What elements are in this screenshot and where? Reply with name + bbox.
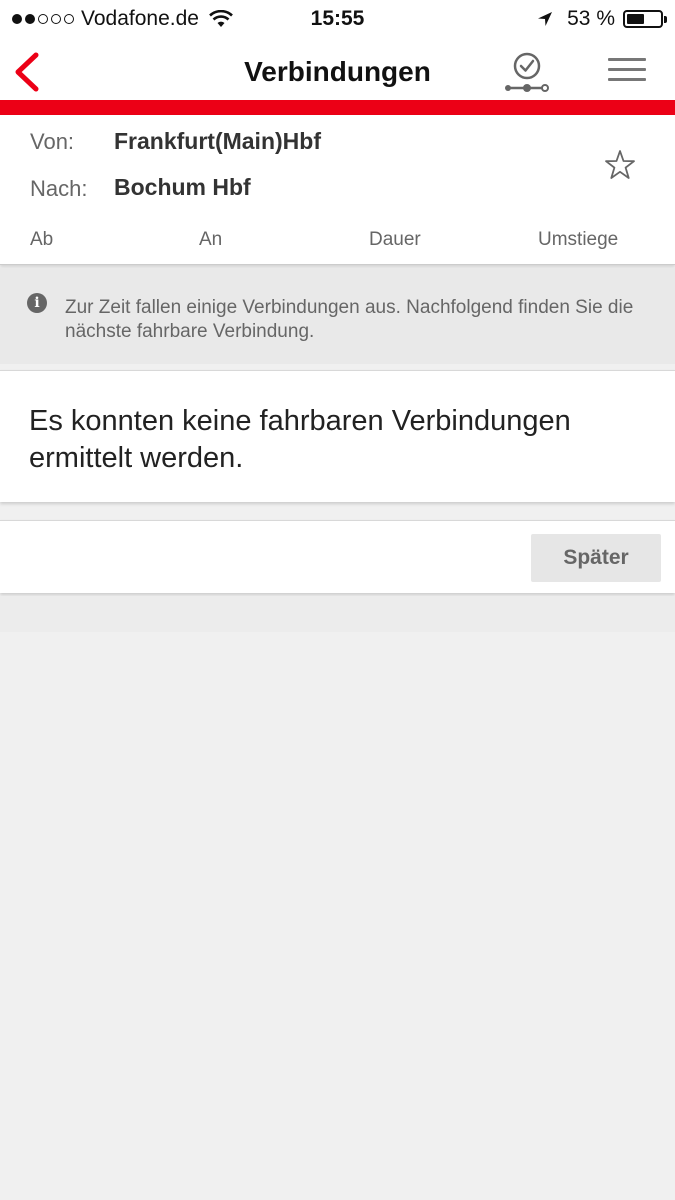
later-button[interactable]: Später (531, 534, 661, 582)
location-arrow-icon (538, 12, 553, 26)
nav-bar: Verbindungen (0, 38, 675, 100)
battery-fill (627, 14, 644, 24)
battery-tip (664, 16, 667, 23)
back-chevron-icon[interactable] (10, 52, 46, 92)
status-right: 53 % (537, 7, 667, 31)
info-notice: i Zur Zeit fallen einige Verbindungen au… (0, 268, 675, 364)
from-label: Von: (30, 129, 75, 154)
route-summary[interactable]: Von: Frankfurt(Main)Hbf Nach: Bochum Hbf… (0, 115, 675, 265)
from-station: Frankfurt(Main)Hbf (114, 128, 321, 154)
info-icon: i (27, 293, 47, 313)
column-header-departure[interactable]: Ab (30, 229, 53, 251)
battery-percent: 53 % (567, 7, 615, 30)
menu-line (608, 78, 646, 81)
no-results-message: Es konnten keine fahrbaren Verbindungen … (29, 405, 571, 474)
no-results-card: Es konnten keine fahrbaren Verbindungen … (0, 370, 675, 502)
column-header-arrival[interactable]: An (199, 229, 222, 251)
info-text: Zur Zeit fallen einige Verbindungen aus.… (65, 297, 634, 342)
menu-line (608, 58, 646, 61)
star-outline-icon[interactable] (603, 148, 637, 182)
hamburger-menu-icon[interactable] (608, 58, 646, 86)
pagination-card: Später (0, 520, 675, 593)
status-bar: Vodafone.de 15:55 53 % (0, 0, 675, 38)
column-header-duration[interactable]: Dauer (369, 229, 421, 251)
battery-icon (623, 10, 667, 28)
column-header-transfers[interactable]: Umstiege (538, 229, 618, 251)
to-station: Bochum Hbf (114, 174, 251, 200)
clock-check-icon[interactable] (502, 50, 552, 96)
accent-divider (0, 100, 675, 115)
to-label: Nach: (30, 176, 88, 201)
content-separator (0, 596, 675, 632)
page-title: Verbindungen (244, 56, 431, 87)
menu-line (608, 68, 646, 71)
